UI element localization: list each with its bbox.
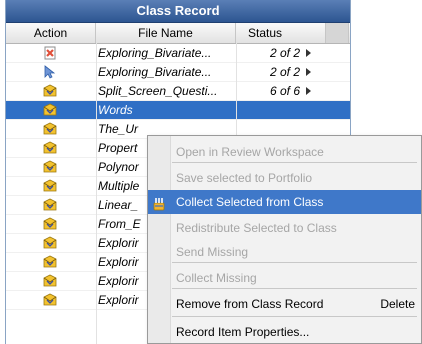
- status-cell: 6 of 6: [269, 84, 300, 98]
- column-header-file-name[interactable]: File Name: [96, 23, 236, 43]
- status-cell: [236, 101, 300, 119]
- envelope-icon[interactable]: [43, 179, 57, 193]
- file-name-cell: Split_Screen_Questi...: [98, 84, 218, 98]
- envelope-icon[interactable]: [43, 293, 57, 307]
- menu-item-6[interactable]: Remove from Class Record Delete: [148, 292, 421, 316]
- file-name-cell: Exploring_Bivariate...: [98, 46, 212, 60]
- envelope-icon[interactable]: [43, 198, 57, 212]
- context-menu: Open in Review Workspace Save selected to…: [147, 135, 422, 344]
- envelope-icon[interactable]: [43, 217, 57, 231]
- collected-doc-icon[interactable]: [43, 46, 57, 60]
- cursor-doc-icon[interactable]: [43, 65, 57, 79]
- table-row[interactable]: Exploring_Bivariate... 2 of 2: [6, 63, 350, 82]
- status-cell: 2 of 2: [269, 65, 300, 79]
- menu-item-label: Record Item Properties...: [176, 325, 310, 339]
- envelope-icon[interactable]: [43, 141, 57, 155]
- menu-item-0[interactable]: Open in Review Workspace: [148, 140, 421, 164]
- menu-item-3[interactable]: Redistribute Selected to Class: [148, 216, 421, 240]
- menu-item-2[interactable]: Collect Selected from Class: [148, 190, 421, 214]
- column-divider: [96, 43, 97, 344]
- menu-separator: [172, 316, 417, 317]
- status-cell: 2 of 2: [269, 46, 300, 60]
- envelope-icon[interactable]: [43, 255, 57, 269]
- envelope-icon[interactable]: [43, 84, 57, 98]
- envelope-icon[interactable]: [43, 160, 57, 174]
- menu-item-1[interactable]: Save selected to Portfolio: [148, 166, 421, 190]
- menu-item-4[interactable]: Send Missing: [148, 240, 421, 264]
- table-row[interactable]: Exploring_Bivariate... 2 of 2: [6, 44, 350, 63]
- column-header-corner: [326, 23, 349, 43]
- expand-arrow-icon[interactable]: [306, 49, 311, 57]
- file-name-cell: Exploring_Bivariate...: [98, 65, 212, 79]
- envelope-icon[interactable]: [43, 103, 57, 117]
- menu-item-label: Collect Selected from Class: [176, 195, 324, 209]
- menu-item-label: Save selected to Portfolio: [176, 171, 313, 185]
- menu-item-5[interactable]: Collect Missing: [148, 266, 421, 290]
- collect-icon: [152, 195, 166, 211]
- column-header: Action File Name Status: [6, 23, 350, 44]
- menu-item-label: Redistribute Selected to Class: [176, 221, 337, 235]
- envelope-icon[interactable]: [43, 236, 57, 250]
- table-row[interactable]: Words: [6, 101, 350, 120]
- envelope-icon[interactable]: [43, 274, 57, 288]
- column-header-action[interactable]: Action: [6, 23, 96, 43]
- menu-item-shortcut: Delete: [380, 297, 415, 311]
- envelope-icon[interactable]: [43, 122, 57, 136]
- menu-item-label: Send Missing: [176, 245, 249, 259]
- column-header-status[interactable]: Status: [236, 23, 326, 43]
- menu-item-label: Remove from Class Record: [176, 297, 324, 311]
- panel-title: Class Record: [6, 0, 350, 23]
- expand-arrow-icon[interactable]: [306, 68, 311, 76]
- expand-arrow-icon[interactable]: [306, 87, 311, 95]
- file-name-cell: Words: [98, 103, 133, 117]
- menu-item-7[interactable]: Record Item Properties...: [148, 320, 421, 344]
- table-row[interactable]: Split_Screen_Questi... 6 of 6: [6, 82, 350, 101]
- menu-item-label: Collect Missing: [176, 271, 257, 285]
- menu-item-label: Open in Review Workspace: [176, 145, 324, 159]
